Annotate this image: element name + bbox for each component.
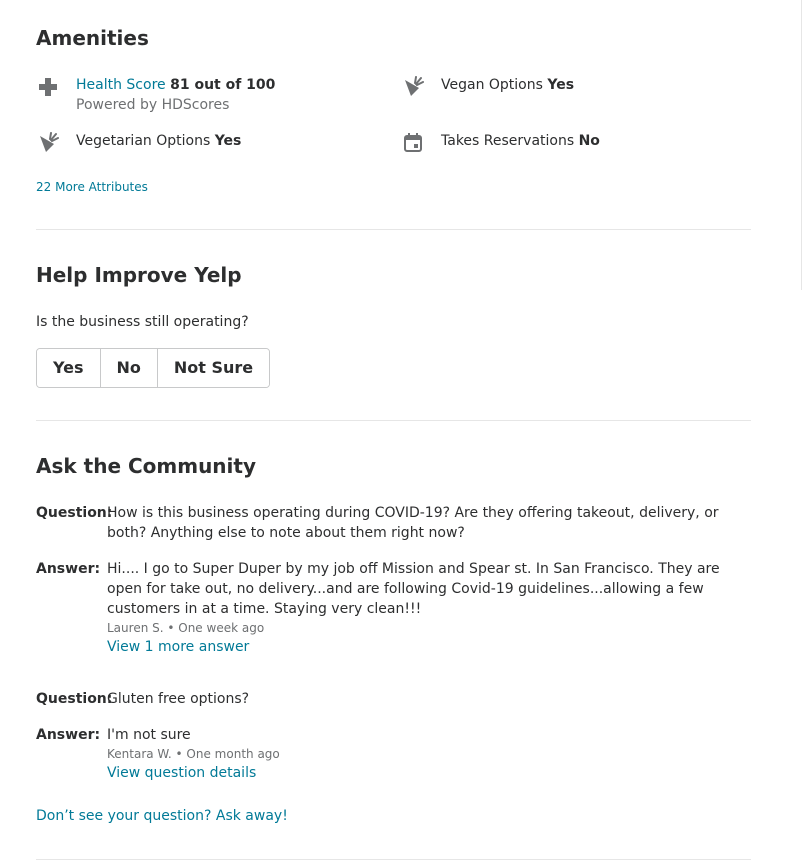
takes-reservations-value: No xyxy=(578,133,600,149)
answer-label: Answer: xyxy=(36,561,101,577)
answer-text: I'm not sure xyxy=(107,727,191,743)
vegan-options-label: Vegan Options xyxy=(441,77,543,93)
amenities-title: Amenities xyxy=(36,26,149,50)
takes-reservations-item: Takes Reservations No xyxy=(401,131,600,155)
section-divider xyxy=(36,420,751,421)
health-score-value: 81 out of 100 xyxy=(170,77,276,93)
carrot-icon xyxy=(401,75,425,99)
question-row: Question: How is this business operating… xyxy=(36,503,756,543)
answer-meta: Kentara W. • One month ago xyxy=(107,747,280,761)
health-score-link[interactable]: Health Score xyxy=(76,77,166,93)
question-row: Question: Gluten free options? xyxy=(36,689,756,709)
vegetarian-options-value: Yes xyxy=(214,133,242,149)
ask-community-title: Ask the Community xyxy=(36,454,256,478)
not-sure-button[interactable]: Not Sure xyxy=(156,349,270,387)
section-divider xyxy=(36,859,751,860)
answer-text: Hi.... I go to Super Duper by my job off… xyxy=(107,561,720,617)
answer-row: Answer: I'm not sure Kentara W. • One mo… xyxy=(36,725,756,783)
section-divider xyxy=(36,229,751,230)
answer-meta: Lauren S. • One week ago xyxy=(107,621,265,635)
health-score-item: Health Score 81 out of 100 Powered by HD… xyxy=(36,75,275,115)
question-label: Question: xyxy=(36,505,113,521)
question-text: Gluten free options? xyxy=(107,691,250,707)
view-more-answers-link[interactable]: View 1 more answer xyxy=(107,637,756,657)
carrot-icon xyxy=(36,131,60,155)
vegan-options-item: Vegan Options Yes xyxy=(401,75,574,99)
yes-button[interactable]: Yes xyxy=(37,349,100,387)
question-text: How is this business operating during CO… xyxy=(107,505,719,541)
help-improve-title: Help Improve Yelp xyxy=(36,263,242,287)
calendar-icon xyxy=(401,131,425,155)
vegetarian-options-label: Vegetarian Options xyxy=(76,133,211,149)
answer-label: Answer: xyxy=(36,727,101,743)
plus-icon xyxy=(36,75,60,99)
view-question-details-link[interactable]: View question details xyxy=(107,763,756,783)
answer-row: Answer: Hi.... I go to Super Duper by my… xyxy=(36,559,756,657)
ask-question-link[interactable]: Don’t see your question? Ask away! xyxy=(36,808,288,824)
takes-reservations-label: Takes Reservations xyxy=(441,133,575,149)
question-label: Question: xyxy=(36,691,113,707)
vegan-options-value: Yes xyxy=(547,77,575,93)
health-score-source: Powered by HDScores xyxy=(76,97,230,113)
operating-answer-group: Yes No Not Sure xyxy=(36,348,271,388)
vegetarian-options-item: Vegetarian Options Yes xyxy=(36,131,241,155)
more-attributes-link[interactable]: 22 More Attributes xyxy=(36,180,148,194)
operating-question: Is the business still operating? xyxy=(36,314,249,330)
right-panel-border xyxy=(801,0,802,290)
no-button[interactable]: No xyxy=(99,349,157,387)
